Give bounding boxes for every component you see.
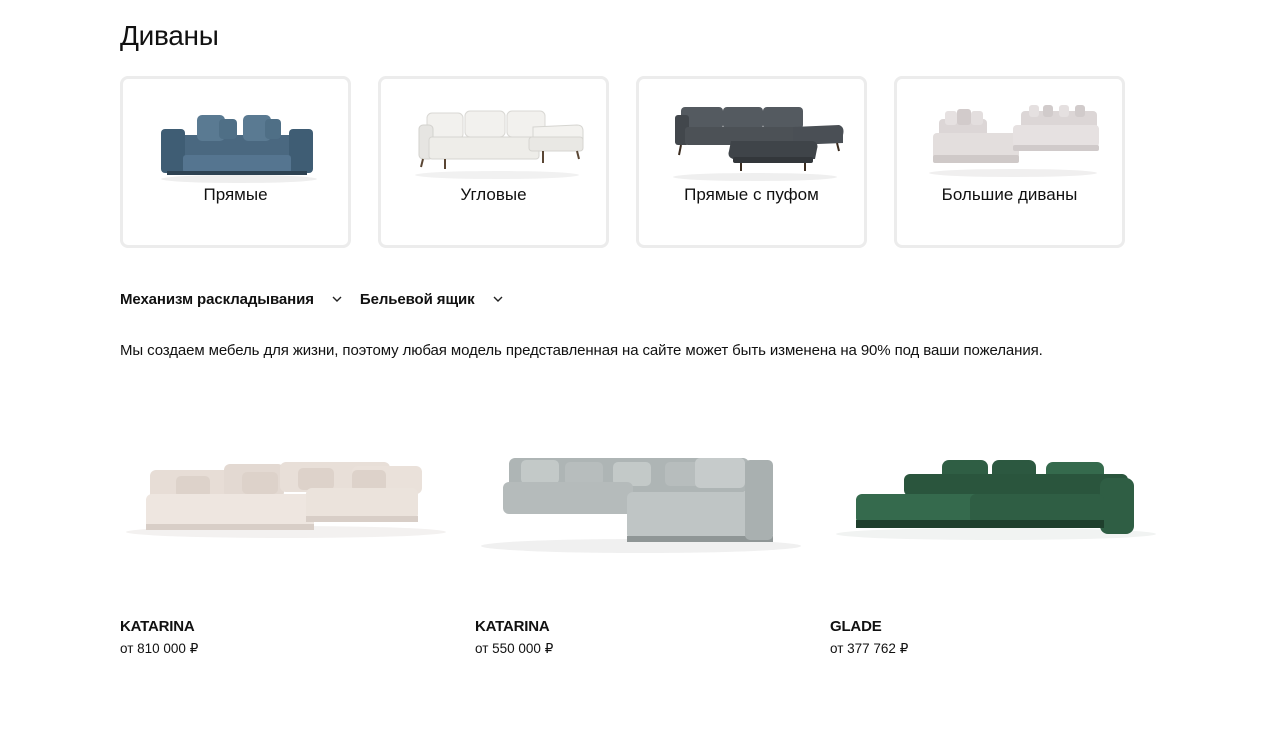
corner-sofa-image [415, 110, 584, 179]
corner-sofa-glade-green-image [836, 460, 1156, 540]
product-price: от 550 000 ₽ [475, 641, 554, 656]
product-card[interactable]: KATARINA от 550 000 ₽ [475, 400, 806, 657]
category-card-large[interactable]: Большие диваны [894, 76, 1125, 248]
product-price: от 810 000 ₽ [120, 641, 199, 656]
info-note: Мы создаем мебель для жизни, поэтому люб… [120, 342, 1043, 359]
category-label: Угловые [460, 185, 527, 204]
product-name: KATARINA [475, 618, 550, 635]
corner-sofa-katarina-grey-image [481, 458, 801, 553]
page-title: Диваны [120, 20, 219, 51]
filter-bar: Механизм раскладывания Бельевой ящик [120, 290, 521, 308]
filter-label: Бельевой ящик [359, 290, 475, 308]
category-card-with-pouf[interactable]: Прямые с пуфом [636, 76, 867, 248]
product-image [830, 400, 1161, 600]
chevron-down-icon [332, 296, 342, 302]
product-image [475, 400, 806, 600]
product-image [120, 400, 451, 600]
category-list: Прямые Угловые Прямые с пуфом Большие ди… [120, 76, 1125, 248]
product-price: от 377 762 ₽ [830, 641, 909, 656]
sofa-with-pouf-image [673, 107, 844, 181]
filter-label: Механизм раскладывания [120, 290, 314, 308]
straight-sofa-image [161, 115, 317, 183]
product-grid: KATARINA от 810 000 ₽ KATARINA от 550 00… [120, 400, 1161, 657]
product-name: KATARINA [120, 618, 195, 635]
category-card-corner[interactable]: Угловые [378, 76, 609, 248]
chevron-down-icon [493, 296, 503, 302]
category-label: Большие диваны [941, 185, 1078, 204]
category-label: Прямые с пуфом [684, 185, 819, 204]
corner-sofa-katarina-beige-image [126, 462, 446, 538]
product-card[interactable]: KATARINA от 810 000 ₽ [120, 400, 451, 657]
filter-storage-box[interactable]: Бельевой ящик [360, 290, 507, 308]
category-label: Прямые [203, 185, 268, 204]
large-sofa-image [929, 105, 1099, 177]
category-card-straight[interactable]: Прямые [120, 76, 351, 248]
filter-folding-mechanism[interactable]: Механизм раскладывания [120, 290, 346, 308]
product-card[interactable]: GLADE от 377 762 ₽ [830, 400, 1161, 657]
product-name: GLADE [830, 618, 882, 635]
